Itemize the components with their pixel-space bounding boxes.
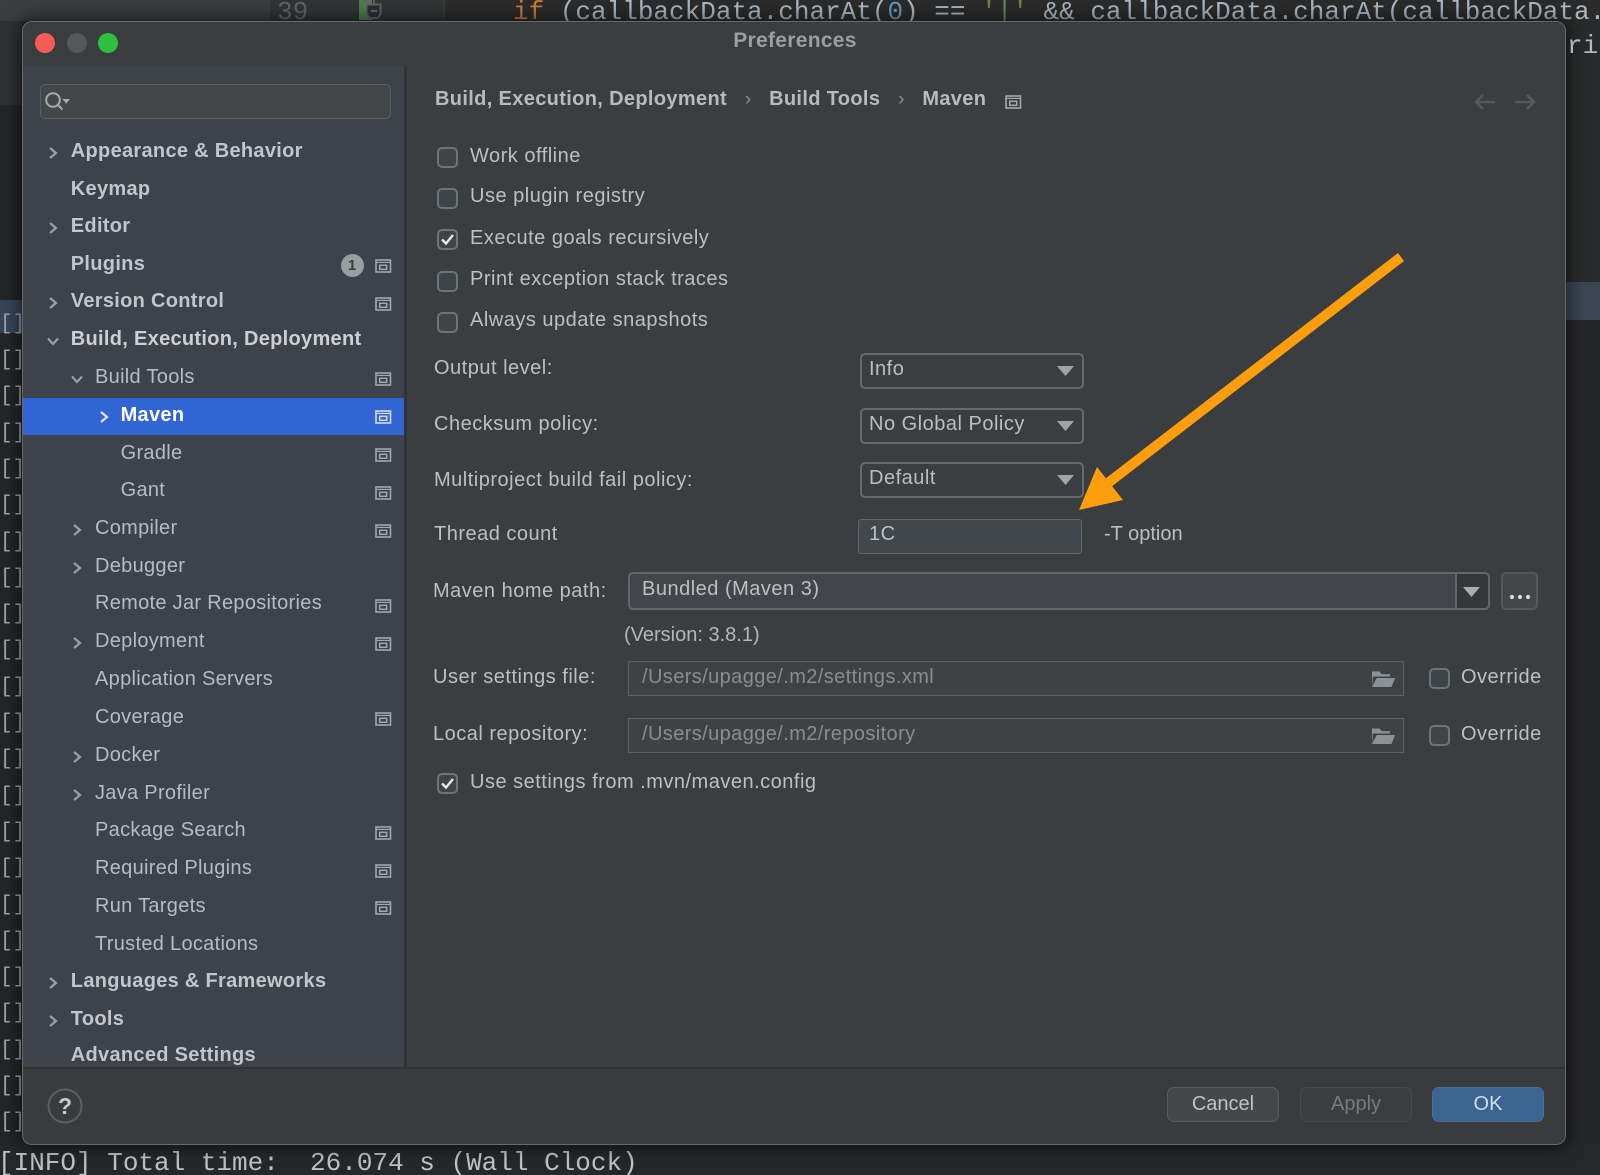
svg-text:?: ? (58, 1093, 72, 1119)
